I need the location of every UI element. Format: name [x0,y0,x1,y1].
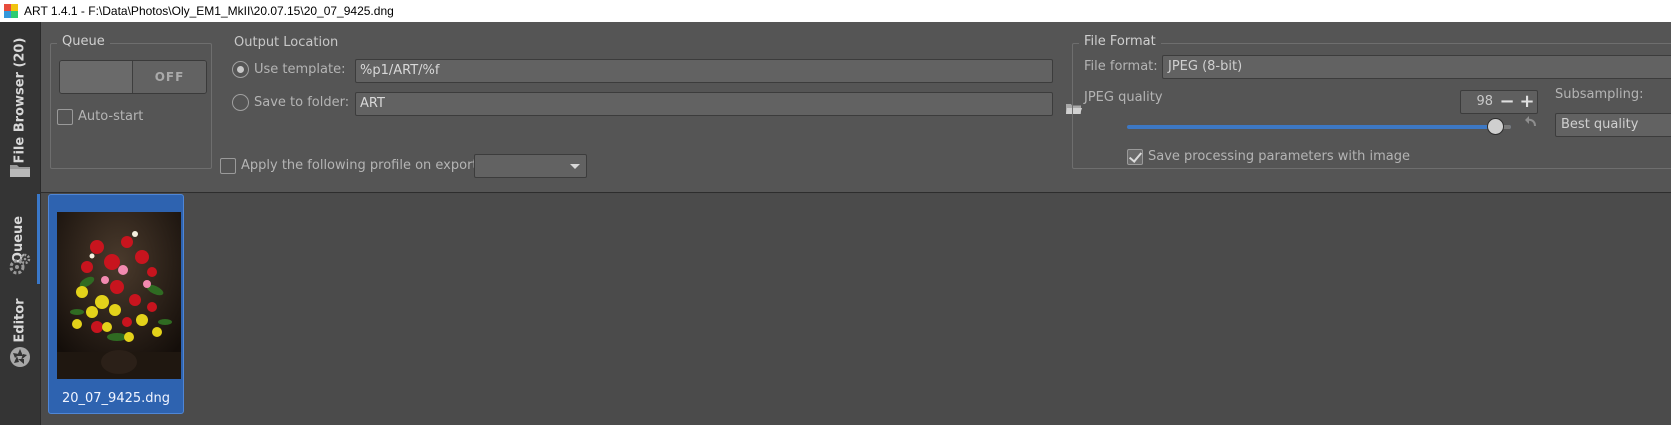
jpeg-quality-spinbox[interactable]: 98 − + [1460,90,1538,114]
gears-icon [8,252,32,276]
queue-start-switch[interactable]: OFF [59,60,207,94]
subsampling-label: Subsampling: [1555,87,1644,102]
jpeg-quality-slider-handle[interactable] [1487,118,1504,135]
decrement-icon[interactable]: − [1497,91,1517,113]
tab-file-browser[interactable]: File Browser (20) [0,30,40,170]
subsampling-combo[interactable]: Best quality [1555,113,1671,137]
file-format-label: File format: [1084,59,1158,74]
switch-knob [60,61,133,93]
thumbnail-item[interactable]: 20_07_9425.dng [48,194,184,414]
folder-icon [9,162,31,178]
file-format-group-label: File Format [1079,34,1161,49]
increment-icon[interactable]: + [1517,91,1537,113]
chevron-down-icon [570,164,580,169]
profile-combo[interactable] [474,154,587,178]
save-to-folder-radio[interactable] [232,94,249,111]
reset-icon[interactable] [1522,114,1538,130]
app-icon [4,4,18,18]
file-format-value: JPEG (8-bit) [1168,59,1243,74]
queue-thumbnail-area [41,194,1671,425]
queue-group-label: Queue [57,34,110,49]
jpeg-quality-label: JPEG quality [1084,90,1163,105]
switch-state-label: OFF [133,61,206,93]
thumbnail-filename: 20_07_9425.dng [61,391,171,406]
use-template-label: Use template: [254,62,346,77]
window-title: ART 1.4.1 - F:\Data\Photos\Oly_EM1_MkII\… [24,4,394,18]
file-format-combo[interactable]: JPEG (8-bit) [1162,55,1671,79]
save-params-label: Save processing parameters with image [1148,149,1410,164]
tab-file-browser-label: File Browser (20) [12,37,28,163]
aperture-icon [9,346,31,368]
output-location-heading: Output Location [234,35,339,50]
autostart-label: Auto-start [78,109,144,124]
window-titlebar: ART 1.4.1 - F:\Data\Photos\Oly_EM1_MkII\… [0,0,1671,22]
jpeg-quality-slider-track[interactable] [1127,125,1511,129]
tab-editor[interactable]: Editor [0,290,40,350]
use-template-radio[interactable] [232,61,249,78]
save-params-checkbox[interactable] [1127,149,1143,165]
apply-profile-label: Apply the following profile on export: [241,158,482,173]
save-to-folder-label: Save to folder: [254,95,350,110]
tab-editor-label: Editor [12,297,28,343]
subsampling-value: Best quality [1561,117,1639,132]
jpeg-quality-value: 98 [1476,94,1493,109]
thumbnail-image [57,212,181,379]
autostart-checkbox[interactable] [57,109,73,125]
template-input[interactable]: %p1/ART/%f [355,59,1053,83]
folder-input[interactable]: ART [355,92,1053,116]
apply-profile-checkbox[interactable] [220,158,236,174]
left-tabbar: File Browser (20) Queue Editor [0,22,41,425]
